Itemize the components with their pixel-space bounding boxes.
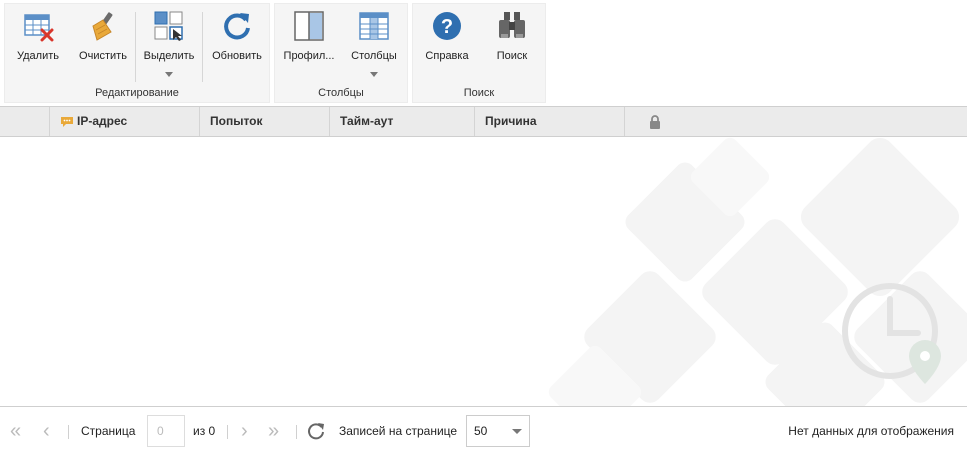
- prev-page-icon[interactable]: ‹: [43, 407, 50, 455]
- column-attempts[interactable]: Попыток: [200, 107, 330, 136]
- page-count-label: из 0: [193, 424, 216, 438]
- column-reason[interactable]: Причина: [475, 107, 625, 136]
- select-button[interactable]: Выделить: [139, 6, 199, 84]
- next-page-icon[interactable]: ›: [241, 407, 248, 455]
- page-size-value: 50: [474, 424, 488, 438]
- column-attempts-label: Попыток: [210, 114, 263, 128]
- chevron-down-icon[interactable]: [370, 72, 378, 77]
- separator: [68, 425, 69, 439]
- help-icon: ?: [433, 12, 461, 40]
- binoculars-icon: [499, 12, 525, 38]
- separator: [227, 425, 228, 439]
- help-button[interactable]: ? Справка: [419, 6, 475, 84]
- clear-button[interactable]: Очистить: [75, 6, 131, 84]
- search-label: Поиск: [496, 50, 528, 62]
- pager: « ‹ Страница 0 из 0 › » Записей на стран…: [0, 406, 967, 455]
- columns-button[interactable]: Столбцы: [344, 6, 404, 84]
- chat-bubble-icon: [61, 116, 73, 127]
- help-label: Справка: [425, 50, 469, 62]
- ribbon-toolbar: Удалить Очистить Выделить Обновить Редак…: [0, 0, 967, 105]
- column-lock[interactable]: [625, 107, 967, 136]
- chevron-down-icon: [512, 429, 522, 434]
- empty-status-text: Нет данных для отображения: [788, 424, 954, 438]
- chevron-down-icon[interactable]: [165, 72, 173, 77]
- refresh-icon[interactable]: [306, 421, 326, 441]
- svg-text:?: ?: [441, 16, 453, 38]
- empty-state-watermark: [548, 137, 967, 406]
- clear-label: Очистить: [79, 50, 127, 62]
- column-reason-label: Причина: [485, 114, 537, 128]
- group-label-search: Поиск: [463, 87, 495, 99]
- page-number-input[interactable]: 0: [147, 415, 185, 447]
- columns-label: Столбцы: [351, 50, 397, 62]
- group-search: ? Справка Поиск Поиск: [412, 3, 546, 103]
- separator: [296, 425, 297, 439]
- lock-icon: [650, 115, 660, 129]
- group-columns: Профил... Столбцы Столбцы: [274, 3, 408, 103]
- group-label-editing: Редактирование: [95, 87, 179, 99]
- search-button[interactable]: Поиск: [484, 6, 540, 84]
- separator: [135, 12, 136, 82]
- profile-columns-icon: [294, 11, 324, 41]
- select-label: Выделить: [143, 50, 195, 62]
- profile-button[interactable]: Профил...: [279, 6, 339, 84]
- group-editing: Удалить Очистить Выделить Обновить Редак…: [4, 3, 270, 103]
- columns-icon: [359, 12, 389, 40]
- delete-label: Удалить: [17, 50, 59, 62]
- broom-icon: [92, 12, 113, 41]
- refresh-label: Обновить: [212, 50, 262, 62]
- column-timeout[interactable]: Тайм-аут: [330, 107, 475, 136]
- grid-header: IP-адрес Попыток Тайм-аут Причина: [0, 106, 967, 137]
- delete-button[interactable]: Удалить: [10, 6, 66, 84]
- per-page-label: Записей на странице: [339, 424, 458, 438]
- select-icon: [154, 11, 183, 41]
- column-ip-address[interactable]: IP-адрес: [50, 107, 200, 136]
- refresh-icon: [224, 13, 250, 40]
- first-page-icon[interactable]: «: [10, 407, 21, 455]
- delete-table-icon: [24, 14, 54, 42]
- profile-label: Профил...: [283, 50, 335, 62]
- page-label: Страница: [81, 424, 136, 438]
- column-ip-address-label: IP-адрес: [77, 114, 128, 128]
- column-timeout-label: Тайм-аут: [340, 114, 394, 128]
- grid-body-empty[interactable]: [0, 137, 967, 406]
- refresh-button[interactable]: Обновить: [208, 6, 266, 84]
- separator: [202, 12, 203, 82]
- page-size-select[interactable]: 50: [466, 415, 530, 447]
- row-indicator-column[interactable]: [0, 107, 50, 136]
- last-page-icon[interactable]: »: [268, 407, 279, 455]
- group-label-columns: Столбцы: [318, 87, 364, 99]
